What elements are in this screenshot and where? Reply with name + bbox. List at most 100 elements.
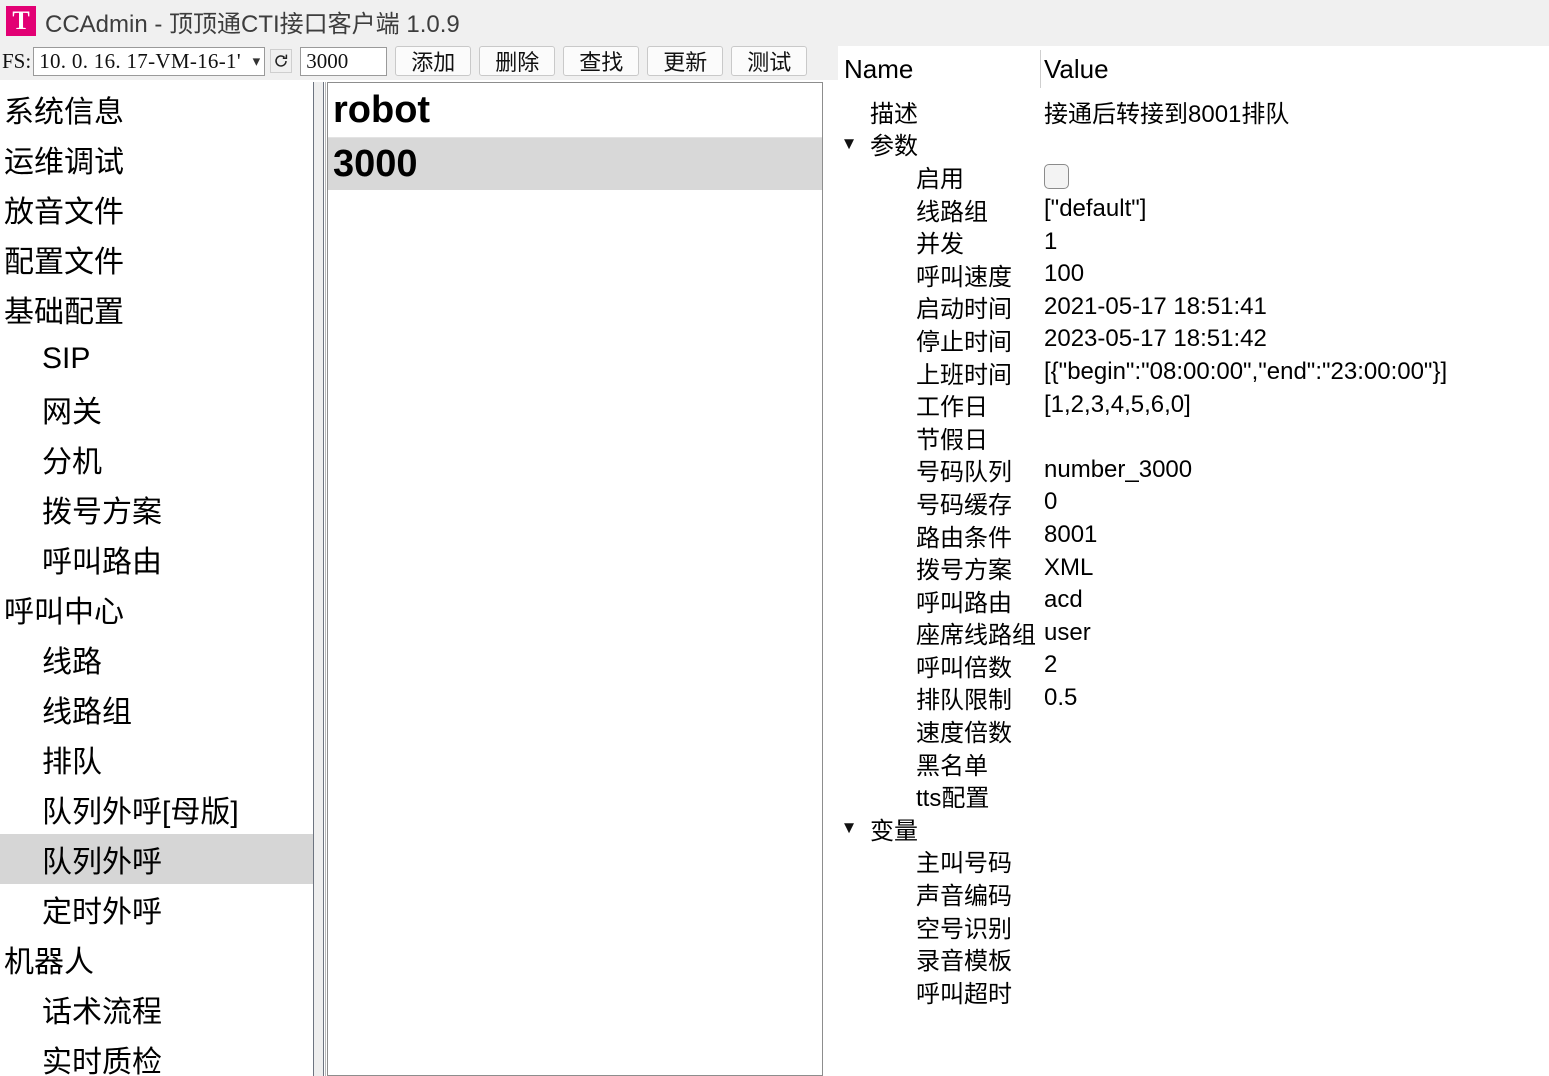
property-row[interactable]: 黑名单 [838, 747, 1549, 780]
properties-rows: 描述 接通后转接到8001排队 ▼ 参数启用 线路组 ["default"] 并发 1 呼叫速度… [838, 93, 1549, 1008]
sidebar-item-label: 线路组 [42, 696, 132, 729]
sidebar-item[interactable]: 拨号方案 [0, 484, 325, 534]
sidebar-item-label: 配置文件 [4, 246, 124, 279]
property-row[interactable]: 座席线路组 user [838, 617, 1549, 650]
test-button[interactable]: 测试 [731, 46, 808, 76]
properties-header: Name Value [838, 46, 1549, 93]
property-group-row[interactable]: ▼ 参数 [838, 128, 1549, 160]
sidebar-item[interactable]: SIP [0, 334, 325, 384]
add-button[interactable]: 添加 [395, 46, 472, 76]
property-value: 接通后转接到8001排队 [1044, 100, 1290, 128]
property-row[interactable]: 空号识别 [838, 910, 1549, 943]
sidebar-item[interactable]: 线路组 [0, 684, 325, 734]
property-row[interactable]: 号码缓存 0 [838, 486, 1549, 519]
property-name: 工作日 [916, 394, 988, 422]
fs-server-value: 10. 0. 16. 17-VM-16-1' [39, 48, 241, 73]
property-value: ["default"] [1044, 195, 1147, 223]
property-name: 黑名单 [916, 752, 988, 780]
property-value: 0 [1044, 488, 1058, 516]
sidebar-item[interactable]: 基础配置 [0, 284, 325, 334]
property-row[interactable]: 描述 接通后转接到8001排队 [838, 95, 1549, 128]
sidebar-item[interactable]: 实时质检 [0, 1034, 325, 1076]
column-header-name: Name [844, 53, 914, 84]
item-list-panel: robot 3000 [327, 82, 823, 1076]
property-row[interactable]: 启动时间 2021-05-17 18:51:41 [838, 291, 1549, 324]
property-row[interactable]: tts配置 [838, 779, 1549, 812]
property-row[interactable]: 启用 [838, 160, 1549, 193]
property-row[interactable]: 线路组 ["default"] [838, 193, 1549, 226]
property-row[interactable]: 录音模板 [838, 942, 1549, 975]
property-value: 100 [1044, 260, 1085, 288]
property-row[interactable]: 路由条件 8001 [838, 519, 1549, 552]
properties-panel: Name Value 描述 接通后转接到8001排队 ▼ 参数启用 线路组 ["defau… [838, 46, 1549, 1076]
property-group-row[interactable]: ▼ 变量 [838, 812, 1549, 845]
sidebar-item[interactable]: 队列外呼 [0, 834, 313, 884]
sidebar-item[interactable]: 网关 [0, 384, 325, 434]
property-row[interactable]: 呼叫倍数 2 [838, 649, 1549, 682]
sidebar-item-label: 呼叫中心 [4, 596, 124, 629]
update-button[interactable]: 更新 [647, 46, 724, 76]
fs-server-select[interactable]: 10. 0. 16. 17-VM-16-1' ▾ [33, 46, 266, 76]
property-row[interactable]: 声音编码 [838, 877, 1549, 910]
property-name: 节假日 [916, 426, 988, 454]
property-name: 呼叫超时 [916, 980, 1012, 1008]
enable-checkbox[interactable] [1044, 163, 1069, 189]
list-item[interactable]: 3000 [328, 138, 822, 190]
property-value: 2 [1044, 651, 1058, 679]
sidebar-item[interactable]: 呼叫路由 [0, 534, 325, 584]
column-header-value: Value [1044, 53, 1109, 84]
chevron-down-icon[interactable]: ▼ [838, 134, 860, 154]
property-value: acd [1044, 586, 1083, 614]
find-button[interactable]: 查找 [563, 46, 640, 76]
property-row[interactable]: 上班时间 [{"begin":"08:00:00","end":"23:00:00… [838, 356, 1549, 389]
property-value: number_3000 [1044, 455, 1193, 483]
item-list: 3000 [328, 138, 822, 190]
sidebar-item-label: SIP [42, 342, 91, 375]
delete-button[interactable]: 删除 [479, 46, 556, 76]
property-name: 上班时间 [916, 361, 1012, 389]
sidebar-item[interactable]: 系统信息 [0, 84, 325, 134]
sidebar-item-label: 定时外呼 [42, 896, 162, 929]
property-row[interactable]: 并发 1 [838, 225, 1549, 259]
property-row[interactable]: 呼叫超时 [838, 975, 1549, 1008]
sidebar-item[interactable]: 配置文件 [0, 234, 325, 284]
property-row[interactable]: 排队限制 0.5 [838, 682, 1549, 715]
search-input[interactable]: 3000 [300, 46, 388, 76]
property-row[interactable]: 号码队列 number_3000 [838, 454, 1549, 487]
property-row[interactable]: 工作日 [1,2,3,4,5,6,0] [838, 388, 1549, 422]
property-value: 2021-05-17 18:51:41 [1044, 292, 1267, 320]
property-name: 路由条件 [916, 524, 1012, 552]
property-row[interactable]: 呼叫速度 100 [838, 258, 1549, 291]
property-name: 空号识别 [916, 915, 1012, 943]
property-name: 启用 [916, 165, 964, 193]
chevron-down-icon[interactable]: ▼ [838, 818, 860, 838]
sidebar-item[interactable]: 放音文件 [0, 184, 325, 234]
sidebar-item[interactable]: 队列外呼[母版] [0, 784, 325, 834]
sidebar-item-label: 系统信息 [4, 96, 124, 129]
sidebar-scrollbar[interactable] [313, 82, 324, 1076]
sidebar-item[interactable]: 呼叫中心 [0, 584, 325, 634]
property-name: 排队限制 [916, 687, 1012, 715]
sidebar-item[interactable]: 机器人 [0, 934, 325, 984]
sidebar-item[interactable]: 运维调试 [0, 134, 325, 184]
sidebar-item[interactable]: 话术流程 [0, 984, 325, 1034]
list-item-label: 3000 [333, 142, 418, 185]
property-name: 变量 [870, 817, 918, 845]
property-row[interactable]: 停止时间 2023-05-17 18:51:42 [838, 323, 1549, 356]
sidebar-item-label: 基础配置 [4, 296, 124, 329]
sidebar-item[interactable]: 排队 [0, 734, 325, 784]
sidebar-item[interactable]: 定时外呼 [0, 884, 325, 934]
sidebar-item[interactable]: 分机 [0, 434, 325, 484]
property-name: 停止时间 [916, 328, 1012, 356]
sidebar-item-label: 网关 [42, 396, 102, 429]
property-row[interactable]: 主叫号码 [838, 845, 1549, 877]
property-row[interactable]: 节假日 [838, 421, 1549, 454]
sidebar-item[interactable]: 线路 [0, 634, 325, 684]
property-row[interactable]: 速度倍数 [838, 714, 1549, 747]
sidebar-nav-list: 系统信息运维调试 放音文件配置文件基础配置 SIP 网关分机拨号方案呼叫路由呼叫中心线… [0, 82, 325, 1076]
sidebar-item-label: 拨号方案 [42, 496, 162, 529]
property-row[interactable]: 呼叫路由 acd [838, 584, 1549, 617]
property-row[interactable]: 拨号方案 XML [838, 551, 1549, 585]
refresh-button[interactable] [270, 49, 293, 73]
property-name: tts配置 [916, 785, 990, 813]
